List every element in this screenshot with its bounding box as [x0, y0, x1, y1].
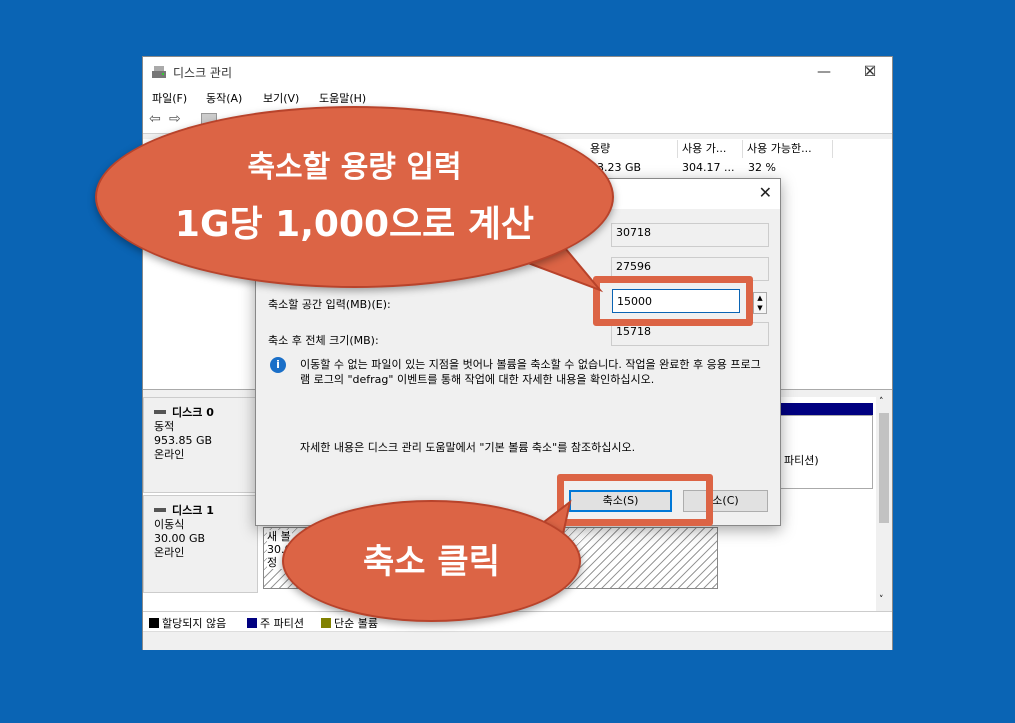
legend-label: 단순 볼륨 [334, 617, 378, 630]
close-button[interactable]: ✕ [847, 57, 893, 87]
legend-swatch [247, 618, 257, 628]
legend-primary: 주 파티션 [247, 615, 304, 631]
disk-icon [154, 508, 166, 512]
legend-swatch [321, 618, 331, 628]
info-icon: i [270, 357, 286, 373]
column-free-space[interactable]: 사용 가... [678, 140, 743, 158]
dialog-close-icon[interactable]: ✕ [759, 183, 772, 202]
help-text: 자세한 내용은 디스크 관리 도움말에서 "기본 볼륨 축소"를 참조하십시오. [300, 441, 636, 454]
disk-0-size: 953.85 GB [154, 434, 213, 447]
callout-click-text: 축소 클릭 [363, 542, 500, 582]
disk-1-type: 이동식 [154, 518, 185, 531]
menu-action[interactable]: 동작(A) [206, 90, 242, 106]
back-arrow-icon[interactable]: ⇦ [149, 112, 161, 126]
legend-label: 할당되지 않음 [162, 617, 227, 630]
disk-1-status: 온라인 [154, 546, 185, 559]
legend-swatch [149, 618, 159, 628]
cell-percent-free: 32 % [748, 161, 776, 174]
legend-label: 주 파티션 [260, 617, 304, 630]
menu-view[interactable]: 보기(V) [263, 90, 299, 106]
legend: 할당되지 않음 주 파티션 단순 볼륨 [143, 611, 892, 632]
menu-help[interactable]: 도움말(H) [319, 90, 366, 106]
disk-management-icon [152, 66, 166, 78]
callout-line-1: 축소할 용량 입력 [247, 150, 462, 185]
disk-1-info[interactable]: 디스크 1 이동식 30.00 GB 온라인 [143, 495, 258, 593]
disk-0-partition-bar [773, 403, 873, 415]
shrink-amount-label: 축소할 공간 입력(MB)(E): [268, 298, 391, 311]
disk-0-name: 디스크 0 [172, 406, 214, 419]
window-title: 디스크 관리 [173, 66, 233, 80]
legend-unallocated: 할당되지 않음 [149, 615, 226, 631]
menu-bar: 파일(F) 동작(A) 보기(V) 도움말(H) [143, 87, 892, 107]
partition-label: 파티션) [784, 454, 819, 467]
disk-1-name: 디스크 1 [172, 504, 214, 517]
minimize-button[interactable]: — [801, 57, 847, 87]
disk-icon [154, 410, 166, 414]
menu-file[interactable]: 파일(F) [152, 90, 187, 106]
vertical-scrollbar[interactable]: ˄ ˅ [876, 397, 892, 611]
callout-bubble-click: 축소 클릭 [282, 500, 581, 622]
legend-simple: 단순 볼륨 [321, 615, 378, 631]
cell-free-space: 304.17 ... [682, 161, 735, 174]
forward-arrow-icon[interactable]: ⇨ [169, 112, 181, 126]
disk-0-info[interactable]: 디스크 0 동적 953.85 GB 온라인 [143, 397, 258, 493]
info-text: 이동할 수 없는 파일이 있는 지점을 벗어나 볼륨을 축소할 수 없습니다. … [300, 358, 761, 386]
disk-0-type: 동적 [154, 420, 175, 433]
disk-0-status: 온라인 [154, 448, 185, 461]
shrink-amount-stepper[interactable]: ▲ ▼ [753, 292, 767, 314]
callout-line-2: 1G당 1,000으로 계산 [174, 204, 535, 245]
column-percent-free[interactable]: 사용 가능한... [743, 140, 833, 158]
scroll-up-icon[interactable]: ˄ [879, 397, 884, 407]
total-size-value: 30718 [611, 223, 769, 247]
disk-1-size: 30.00 GB [154, 532, 206, 545]
callout-bubble-input: 축소할 용량 입력 1G당 1,000으로 계산 [95, 106, 614, 288]
title-bar: 디스크 관리 — ☐ ✕ [143, 57, 892, 87]
status-bar [143, 631, 892, 650]
size-after-label: 축소 후 전체 크기(MB): [268, 334, 379, 347]
scroll-thumb[interactable] [879, 413, 889, 523]
disk-0-partition[interactable]: 파티션) [773, 415, 873, 489]
scroll-down-icon[interactable]: ˅ [879, 595, 884, 605]
